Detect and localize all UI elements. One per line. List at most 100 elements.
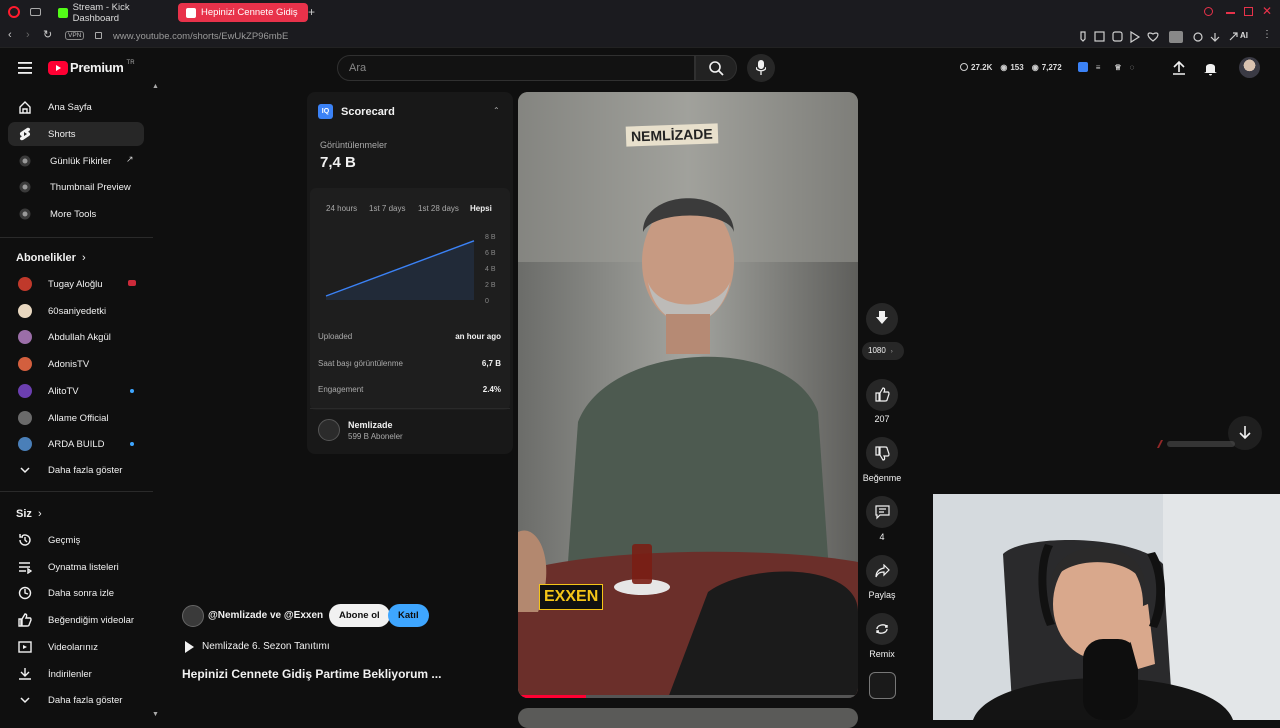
subscription-item[interactable]: Abdullah Akgül: [8, 325, 144, 349]
new-content-dot: [130, 442, 134, 447]
search-input[interactable]: Ara: [337, 55, 695, 81]
opera-logo-icon[interactable]: [8, 6, 20, 18]
subscription-label: AlitoTV: [48, 385, 79, 397]
scorecard-title: Scorecard: [341, 106, 395, 118]
show-more-subs-button[interactable]: Daha fazla göster: [8, 458, 144, 482]
sidebar-item-label: Daha sonra izle: [48, 588, 115, 600]
subscription-item[interactable]: ARDA BUILD: [8, 432, 144, 456]
sidebar-you-item[interactable]: Daha sonra izle: [8, 581, 144, 605]
playlist-link[interactable]: Nemlizade 6. Sezon Tanıtımı: [202, 641, 330, 652]
channel-avatar-small[interactable]: [182, 605, 204, 627]
sidebar-item-label: İndirilenler: [48, 668, 92, 680]
scorecard-divider: [310, 408, 510, 409]
subscribe-button[interactable]: Abone ol: [329, 604, 390, 627]
channel-name[interactable]: Nemlizade: [348, 420, 393, 430]
stat-label: Saat başı görüntülenme: [318, 358, 403, 368]
channel-avatar[interactable]: [318, 419, 340, 441]
sidebar-scroll-up-icon[interactable]: ▲: [152, 83, 159, 90]
sidebar-item-3[interactable]: Thumbnail Preview: [8, 175, 144, 199]
voice-search-button[interactable]: [747, 54, 775, 82]
subscription-item[interactable]: AlitoTV: [8, 379, 144, 403]
tab-youtube-active[interactable]: Hepinizi Cennete Gidiş: [178, 3, 308, 22]
hamburger-menu-icon[interactable]: [18, 62, 32, 74]
quality-selector[interactable]: 1080 ›: [862, 342, 904, 360]
eye-icon: ◉: [1000, 62, 1008, 72]
extension-icons[interactable]: [1075, 30, 1250, 44]
y-tick-label: 4 B: [485, 266, 496, 273]
share-label: Paylaş: [868, 590, 896, 600]
vpn-badge[interactable]: VPN: [65, 31, 85, 40]
sidebar-scroll-down-icon[interactable]: ▼: [152, 711, 159, 718]
subscription-item[interactable]: Tugay Aloğlu: [8, 272, 144, 296]
like-button[interactable]: [866, 379, 898, 411]
comments-button[interactable]: [866, 496, 898, 528]
subscriptions-heading[interactable]: Abonelikler ›: [16, 252, 86, 264]
trophy-icon[interactable]: ♕: [1114, 63, 1121, 72]
download-button[interactable]: [866, 303, 898, 335]
sidebar-item-2[interactable]: Günlük Fikirler ↗: [8, 149, 144, 173]
collapse-icon[interactable]: ⌃: [493, 106, 500, 115]
range-tab[interactable]: 1st 7 days: [369, 204, 405, 213]
subscription-item[interactable]: AdonisTV: [8, 352, 144, 376]
sidebar-item-1[interactable]: Shorts: [8, 121, 144, 146]
profile-avatar[interactable]: [1239, 57, 1260, 78]
reload-icon[interactable]: ↻: [43, 28, 52, 41]
subscriptions-heading-label: Abonelikler: [16, 252, 76, 264]
sidebar-you-item[interactable]: Beğendiğim videolar: [8, 608, 144, 632]
search-button[interactable]: [695, 55, 737, 81]
channel-avatar: [18, 357, 32, 372]
sidebar-you-item[interactable]: Oynatma listeleri: [8, 555, 144, 579]
next-video-preview[interactable]: [518, 708, 858, 728]
sidebar-item-4[interactable]: More Tools: [8, 202, 144, 226]
maximize-button[interactable]: [1244, 7, 1253, 16]
share-button[interactable]: [866, 555, 898, 587]
dislike-button[interactable]: [866, 437, 898, 469]
collab-channels[interactable]: @Nemlizade ve @Exxen: [208, 610, 323, 621]
download-arrow-icon: [876, 311, 888, 324]
quality-value: 1080: [868, 346, 886, 355]
shorts-video-player[interactable]: NEMLİZADE EXXEN: [518, 92, 858, 698]
upload-icon[interactable]: [1171, 60, 1187, 76]
back-icon[interactable]: ‹: [8, 29, 12, 41]
search-tabs-icon[interactable]: [1204, 7, 1213, 16]
chat-icon[interactable]: ◌: [1130, 63, 1135, 72]
close-window-button[interactable]: ✕: [1262, 4, 1272, 18]
list-icon[interactable]: ≡: [1096, 63, 1101, 72]
sidebar-you-item[interactable]: İndirilenler: [8, 662, 144, 686]
video-title[interactable]: Hepinizi Cennete Gidiş Partime Bekliyoru…: [182, 667, 441, 681]
sidebar-item-0[interactable]: Ana Sayfa: [8, 95, 144, 119]
tab-kick[interactable]: Stream - Kick Dashboard: [50, 2, 174, 24]
watermark-logo-graphic: [1157, 440, 1235, 448]
kick-favicon-icon: [58, 7, 68, 18]
sidebar-you-item[interactable]: Geçmiş: [8, 528, 144, 552]
views-value: 7,4 B: [320, 154, 356, 171]
workspaces-icon[interactable]: [30, 8, 41, 16]
subscription-item[interactable]: 60saniyedetki: [8, 299, 144, 323]
range-tab[interactable]: 1st 28 days: [418, 204, 459, 213]
sidebar-you-item[interactable]: Videolarınız: [8, 635, 144, 659]
minimize-button[interactable]: [1226, 12, 1235, 14]
notifications-bell-icon[interactable]: [1203, 60, 1218, 76]
range-tab[interactable]: 24 hours: [326, 204, 357, 213]
you-heading[interactable]: Siz ›: [16, 508, 42, 520]
browser-menu-icon[interactable]: ⋮: [1262, 29, 1272, 40]
share-arrow-icon: [875, 564, 890, 578]
vidiq-icon[interactable]: [1077, 62, 1088, 72]
remix-button[interactable]: [866, 613, 898, 645]
ai-label[interactable]: AI: [1240, 31, 1248, 40]
sidebar-item-label: Beğendiğim videolar: [48, 615, 135, 627]
subscription-item[interactable]: Allame Official: [8, 406, 144, 430]
sidebar-divider: [0, 237, 153, 238]
url-field[interactable]: www.youtube.com/shorts/EwUkZP96mbE: [113, 31, 288, 42]
join-button[interactable]: Katıl: [388, 604, 429, 627]
youtube-logo[interactable]: Premium TR: [48, 60, 135, 75]
sound-thumbnail[interactable]: [869, 672, 896, 699]
external-link-icon[interactable]: ↗: [126, 154, 134, 165]
new-tab-button[interactable]: +: [308, 5, 315, 19]
chevron-right-icon: ›: [81, 252, 86, 264]
tool-icon: [19, 181, 31, 193]
show-more-you-button[interactable]: Daha fazla göster: [8, 688, 144, 712]
range-tab[interactable]: Hepsi: [470, 204, 492, 213]
forward-icon[interactable]: ›: [26, 29, 30, 41]
scorecard-panel: IQ Scorecard ⌃ Görüntülenmeler 7,4 B 24 …: [307, 92, 513, 454]
